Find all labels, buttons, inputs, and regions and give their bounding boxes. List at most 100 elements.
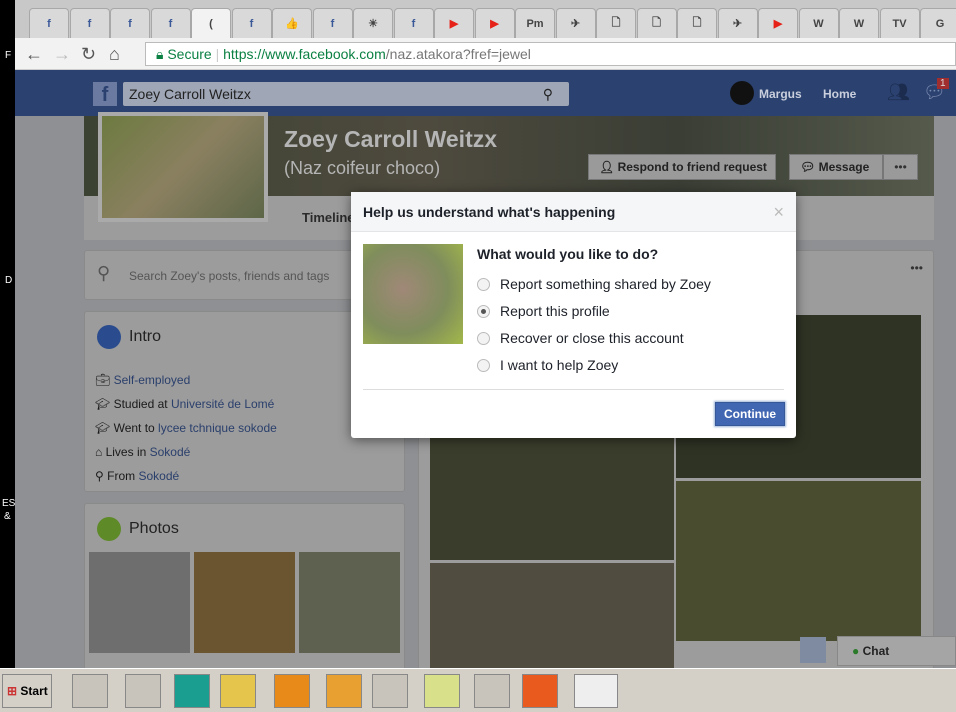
intro-item-from: ⚲ From Sokodé: [95, 469, 180, 483]
taskbar-app-vlc[interactable]: [274, 674, 310, 708]
browser-tab[interactable]: 🗋: [596, 8, 636, 38]
intro-item-lives: ⌂ Lives in Sokodé: [95, 445, 191, 459]
start-button[interactable]: ⊞ Start: [2, 674, 52, 708]
browser-tab[interactable]: W: [839, 8, 879, 38]
home-icon[interactable]: ⌂: [109, 44, 120, 65]
dialog-title: Help us understand what's happening: [363, 204, 616, 220]
photo-thumb[interactable]: [89, 552, 190, 653]
search-icon[interactable]: ⚲: [543, 82, 553, 106]
browser-tab[interactable]: f: [110, 8, 150, 38]
windows-taskbar: ⊞ Start: [0, 668, 956, 712]
divider: [363, 389, 784, 390]
browser-tab[interactable]: f: [29, 8, 69, 38]
profile-name: Zoey Carroll Weitzx: [284, 126, 498, 152]
taskbar-app-chrome[interactable]: [574, 674, 618, 708]
taskbar-app-notes[interactable]: [424, 674, 460, 708]
address-bar-row: ← → ↻ ⌂ 🔒︎ Secure | https://www.facebook…: [15, 38, 956, 70]
taskbar-app-office[interactable]: [522, 674, 558, 708]
post-options-icon[interactable]: •••: [910, 261, 923, 275]
browser-tab[interactable]: f: [231, 8, 272, 38]
photos-title: Photos: [129, 520, 179, 537]
photo-thumb[interactable]: [194, 552, 295, 653]
respond-friend-request-button[interactable]: 👤︎ Respond to friend request: [588, 154, 776, 180]
taskbar-app-folder[interactable]: [220, 674, 256, 708]
post-photo[interactable]: [676, 481, 921, 641]
taskbar-app-search[interactable]: [326, 674, 362, 708]
browser-tab[interactable]: f: [69, 8, 110, 38]
browser-tab[interactable]: 🗋: [636, 8, 677, 38]
url-input[interactable]: 🔒︎ Secure | https://www.facebook.com/naz…: [145, 42, 956, 66]
left-desktop-strip: F D ES &: [0, 0, 15, 668]
avatar[interactable]: [730, 81, 754, 105]
browser-tab[interactable]: f: [312, 8, 353, 38]
search-value: Zoey Carroll Weitzx: [129, 86, 251, 102]
search-placeholder: Search Zoey's posts, friends and tags: [129, 269, 330, 283]
browser-tab[interactable]: ✈: [717, 8, 758, 38]
browser-tab-bar: ffff(f👍f☀f▶▶Pm✈🗋🗋🗋✈▶WWTVG●: [15, 0, 956, 38]
intro-title: Intro: [129, 328, 162, 345]
intro-list: 💼︎ Self-employed 🎓︎ Studied at Universit…: [95, 368, 277, 488]
profile-thumbnail: [363, 244, 463, 344]
browser-tab[interactable]: ▶: [434, 8, 474, 38]
option-report-profile[interactable]: Report this profile: [477, 303, 610, 319]
browser-tab[interactable]: 🗋: [677, 8, 717, 38]
intro-item-school: 🎓︎ Went to lycee tchnique sokode: [95, 421, 277, 435]
radio-button-selected[interactable]: [477, 304, 490, 318]
home-link[interactable]: Home: [823, 87, 856, 101]
profile-link[interactable]: Margus: [759, 87, 802, 101]
taskbar-app-eset[interactable]: [174, 674, 210, 708]
photo-thumb[interactable]: [299, 552, 400, 653]
option-help-zoey[interactable]: I want to help Zoey: [477, 357, 618, 373]
report-dialog: Help us understand what's happening × Wh…: [351, 192, 796, 438]
facebook-search-input[interactable]: Zoey Carroll Weitzx ⚲: [123, 82, 569, 106]
friends-icon[interactable]: 👥︎: [887, 82, 910, 103]
radio-button[interactable]: [477, 358, 490, 372]
strip-char: &: [4, 511, 11, 522]
continue-button[interactable]: Continue: [715, 402, 785, 426]
start-label: Start: [20, 684, 48, 698]
tab-timeline[interactable]: Timeline: [302, 210, 355, 225]
browser-tab[interactable]: TV: [879, 8, 920, 38]
taskbar-app-monitor[interactable]: [372, 674, 408, 708]
forward-icon[interactable]: →: [53, 44, 71, 65]
search-icon: ⚲: [97, 263, 111, 283]
intro-link[interactable]: Sokodé: [150, 445, 191, 459]
url-path: /naz.atakora?fref=jewel: [385, 46, 531, 62]
browser-tab[interactable]: ☀: [353, 8, 393, 38]
browser-tab[interactable]: ✈: [555, 8, 596, 38]
intro-link[interactable]: lycee tchnique sokode: [158, 421, 277, 435]
dialog-question: What would you like to do?: [477, 246, 659, 262]
browser-tab[interactable]: ▶: [474, 8, 515, 38]
radio-button[interactable]: [477, 331, 490, 345]
globe-chat-icon[interactable]: [800, 637, 826, 663]
strip-char: ES: [2, 498, 16, 509]
post-photo[interactable]: [430, 563, 674, 673]
taskbar-app-media[interactable]: [72, 674, 108, 708]
intro-link[interactable]: Université de Lomé: [171, 397, 274, 411]
close-icon[interactable]: ×: [773, 192, 784, 232]
browser-tab[interactable]: f: [393, 8, 434, 38]
intro-link[interactable]: Sokodé: [138, 469, 179, 483]
more-button[interactable]: •••: [883, 154, 918, 180]
photos-icon: [97, 517, 121, 541]
taskbar-app-editor[interactable]: [474, 674, 510, 708]
message-button[interactable]: 💬︎ Message: [789, 154, 883, 180]
reload-icon[interactable]: ↻: [81, 44, 96, 65]
browser-tab[interactable]: 👍: [272, 8, 312, 38]
browser-tab[interactable]: ▶: [758, 8, 798, 38]
browser-tab[interactable]: (: [191, 8, 231, 38]
intro-link[interactable]: Self-employed: [114, 373, 191, 387]
browser-tab[interactable]: Pm: [515, 8, 555, 38]
radio-button[interactable]: [477, 277, 490, 291]
facebook-logo[interactable]: f: [93, 82, 117, 106]
profile-picture[interactable]: [98, 112, 268, 222]
taskbar-app-window[interactable]: [125, 674, 161, 708]
browser-tab[interactable]: W: [798, 8, 839, 38]
back-icon[interactable]: ←: [25, 44, 43, 65]
option-recover-account[interactable]: Recover or close this account: [477, 330, 684, 346]
option-report-shared[interactable]: Report something shared by Zoey: [477, 276, 711, 292]
browser-tab[interactable]: f: [150, 8, 191, 38]
chat-bar[interactable]: ● Chat: [837, 636, 956, 666]
browser-tab[interactable]: G: [920, 8, 956, 38]
intro-item-university: 🎓︎ Studied at Université de Lomé: [95, 397, 275, 411]
